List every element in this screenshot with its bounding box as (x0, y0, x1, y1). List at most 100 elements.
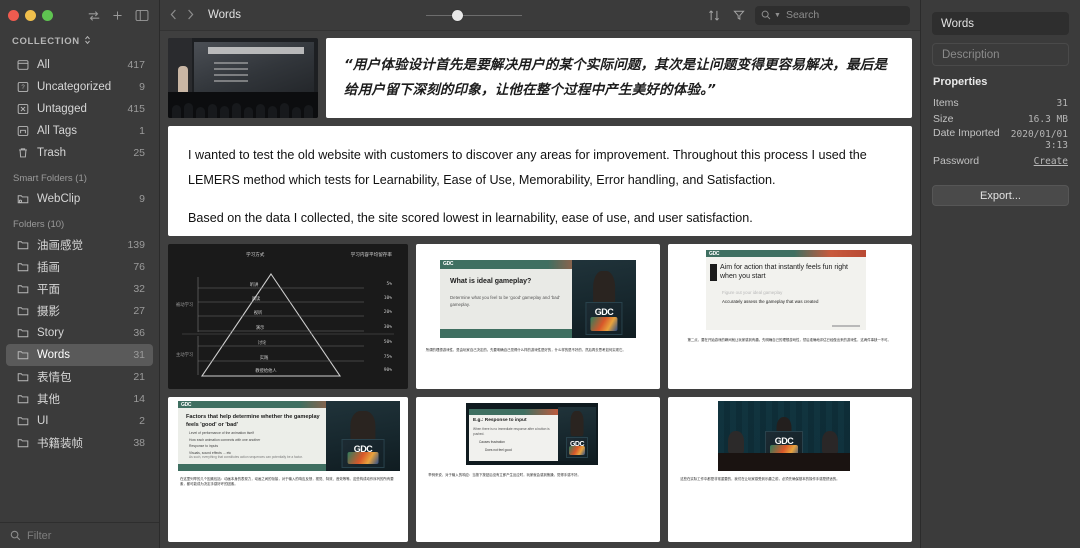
article-paragraph-1: I wanted to test the old website with cu… (188, 148, 867, 188)
sidebar-item-count: 415 (127, 103, 145, 115)
chevron-updown-icon[interactable] (84, 35, 91, 48)
grid-item-quote-card[interactable]: “用户体验设计首先是要解决用户的某个实际问题，其次是让问题变得更容易解决，最后是… (326, 38, 912, 118)
sidebar-item-count: 9 (139, 81, 145, 93)
slide-caption: 这些在实际工作中都是非常重要的，我们在让玩家感受到乐趣之前，必须先确保基本的操作… (680, 477, 840, 481)
search-icon (10, 530, 21, 541)
untagged-icon (16, 102, 30, 116)
sidebar-item-count: 31 (133, 349, 145, 361)
sidebar-item-folder-ui[interactable]: UI 2 (6, 410, 153, 432)
toggle-sidebar-icon[interactable] (134, 8, 149, 23)
slide-caption: 在这里列举的几个因素包括：动画本身的表现力，动画之间的衔接，对于输入的响应反馈，… (180, 477, 394, 487)
gdc-logo: GDC (709, 251, 720, 257)
sidebar: COLLECTION All 417 ? Uncategorized 9 Unt… (0, 0, 160, 548)
traffic-lights[interactable] (8, 10, 53, 21)
app-window: COLLECTION All 417 ? Uncategorized 9 Unt… (0, 0, 1080, 548)
sidebar-item-folder-9[interactable]: 书籍装帧 38 (6, 432, 153, 454)
close-window-button[interactable] (8, 10, 19, 21)
sidebar-item-label: 摄影 (37, 306, 60, 318)
grid-item-panel-photo[interactable]: GDC 这些在实际工作中都是非常重要的，我们在让玩家感受到乐趣之前，必须先确保基… (668, 397, 912, 542)
sidebar-item-folder-words[interactable]: Words 31 (6, 344, 153, 366)
svg-text:?: ? (21, 85, 25, 91)
grid-item-slide-response-to-input[interactable]: E.g.: Response to input When there is no… (416, 397, 660, 542)
grid-item-slide-ideal-gameplay[interactable]: GDC What is ideal gameplay? Determine wh… (416, 244, 660, 389)
folder-icon (16, 436, 30, 450)
slide-heading: Aim for action that instantly feels fun … (720, 264, 849, 281)
sidebar-item-count: 76 (133, 261, 145, 273)
sidebar-item-count: 2 (139, 415, 145, 427)
pyramid-pct-6: 90% (383, 368, 392, 373)
sidebar-item-label: 油画感觉 (37, 240, 83, 252)
slide-bullet-1: Does not feel good (485, 448, 512, 452)
grid-item-learning-pyramid[interactable]: 学习方式 学习内容平均留存率 被动学习 主动学习 听讲 阅读 视听 演示 讨论 … (168, 244, 408, 389)
slide-bullet-0: Causes frustration (479, 440, 505, 444)
slide-bullet-1: How each animation connects with one ano… (189, 437, 261, 442)
search-input[interactable] (785, 9, 921, 21)
export-button[interactable]: Export... (932, 185, 1069, 206)
folder-description-field[interactable]: Description (932, 43, 1069, 66)
sidebar-item-all-tags[interactable]: All Tags 1 (6, 120, 153, 142)
folder-title-field[interactable]: Words (932, 12, 1069, 35)
pyramid-level-label-0: 听讲 (249, 283, 259, 288)
sidebar-item-folder-0[interactable]: 油画感觉 139 (6, 234, 153, 256)
filter-icon[interactable] (731, 8, 746, 23)
sidebar-item-folder-1[interactable]: 插画 76 (6, 256, 153, 278)
pyramid-pct-0: 5% (386, 282, 392, 287)
sidebar-item-folder-7[interactable]: 其他 14 (6, 388, 153, 410)
sidebar-item-webclip[interactable]: WebClip 9 (6, 188, 153, 210)
sidebar-item-label: Uncategorized (37, 81, 112, 93)
sidebar-item-count: 38 (133, 437, 145, 449)
sidebar-item-uncategorized[interactable]: ? Uncategorized 9 (6, 76, 153, 98)
sidebar-item-count: 27 (133, 305, 145, 317)
breadcrumb[interactable]: Words (208, 9, 241, 21)
item-grid[interactable]: “用户体验设计首先是要解决用户的某个实际问题，其次是让问题变得更容易解决，最后是… (160, 31, 920, 548)
slider-track (426, 14, 523, 16)
sidebar-item-all[interactable]: All 417 (6, 54, 153, 76)
sort-icon[interactable] (707, 8, 722, 23)
stage-panel-photo: GDC (718, 401, 850, 471)
filter-bar[interactable] (0, 522, 159, 548)
pyramid-level-label-4: 讨论 (257, 341, 267, 346)
collection-label: COLLECTION (12, 36, 80, 47)
chevron-down-icon[interactable]: ▼ (774, 12, 781, 19)
sync-icon[interactable] (86, 8, 101, 23)
folder-icon (16, 238, 30, 252)
quote-text: “用户体验设计首先是要解决用户的某个实际问题，其次是让问题变得更容易解决，最后是… (344, 57, 888, 98)
grid-row: “用户体验设计首先是要解决用户的某个实际问题，其次是让问题变得更容易解决，最后是… (168, 38, 912, 118)
sidebar-item-trash[interactable]: Trash 25 (6, 142, 153, 164)
sidebar-item-folder-story[interactable]: Story 36 (6, 322, 153, 344)
thumbnail-size-slider[interactable] (426, 8, 523, 22)
sidebar-item-untagged[interactable]: Untagged 415 (6, 98, 153, 120)
sidebar-item-count: 1 (139, 125, 145, 137)
grid-item-conference-photo[interactable] (168, 38, 318, 118)
slide-body: Determine what you feel to be 'good' gam… (450, 295, 561, 308)
article-paragraph-2: Based on the data I collected, the site … (188, 211, 753, 226)
sidebar-item-label: UI (37, 415, 49, 427)
sidebar-item-folder-2[interactable]: 平面 32 (6, 278, 153, 300)
add-icon[interactable] (110, 8, 125, 23)
minimize-window-button[interactable] (25, 10, 36, 21)
slide-heading: What is ideal gameplay? (450, 278, 532, 285)
slide-bullet-1: Accurately assess the gameplay that was … (722, 299, 819, 304)
sidebar-item-folder-3[interactable]: 摄影 27 (6, 300, 153, 322)
chevron-left-icon[interactable] (170, 9, 177, 22)
create-password-link[interactable]: Create (1034, 156, 1068, 167)
folder-icon (16, 326, 30, 340)
property-row-password: Password Create (932, 153, 1069, 169)
search-box[interactable]: ▼ (755, 5, 921, 25)
pyramid-level-label-3: 演示 (255, 326, 265, 331)
slide-bullet-0: Level of performance of the animation it… (189, 431, 254, 435)
grid-item-article-card[interactable]: I wanted to test the old website with cu… (168, 126, 912, 236)
maximize-window-button[interactable] (42, 10, 53, 21)
sidebar-item-label: Story (37, 327, 64, 339)
grid-item-slide-aim-for-action[interactable]: GDC Aim for action that instantly feels … (668, 244, 912, 389)
grid-row: GDC Factors that help determine whether … (168, 397, 912, 542)
chevron-right-icon[interactable] (187, 9, 194, 22)
collection-header[interactable]: COLLECTION (0, 31, 159, 54)
grid-item-slide-factors[interactable]: GDC Factors that help determine whether … (168, 397, 408, 542)
folder-icon (16, 370, 30, 384)
filter-input[interactable] (27, 529, 149, 542)
sidebar-item-folder-6[interactable]: 表情包 21 (6, 366, 153, 388)
photo-stage-screen (194, 42, 314, 94)
slider-knob[interactable] (452, 9, 464, 21)
